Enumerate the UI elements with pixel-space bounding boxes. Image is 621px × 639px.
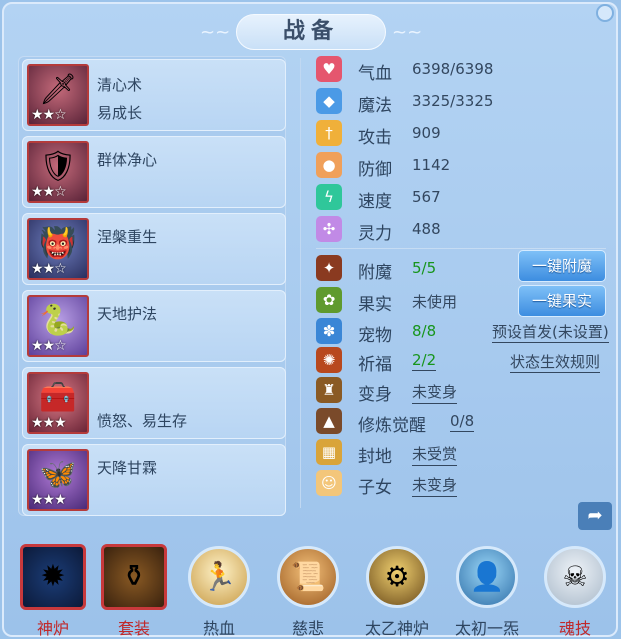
- heart-icon: ♥: [316, 56, 342, 82]
- skill-card[interactable]: 🛡 ★★☆ 群体净心: [22, 136, 286, 208]
- skill-name: 清心术: [97, 76, 143, 94]
- star-rating: ★★☆: [31, 184, 67, 200]
- column-divider: [300, 58, 301, 508]
- star-rating: ★★☆: [31, 338, 67, 354]
- skill-trait: 愤怒、易生存: [97, 412, 188, 430]
- equip-value: 未使用: [412, 293, 458, 311]
- skill-name: 天降甘霖: [97, 459, 158, 477]
- mercy-icon: 📜: [277, 546, 339, 608]
- stat-value: 1142: [412, 156, 451, 174]
- tab-taiyi-furnace[interactable]: ⚙ 太乙神炉: [362, 542, 432, 638]
- tab-label: 慈悲: [291, 619, 324, 638]
- tab-label: 魂技: [558, 619, 591, 638]
- tab-furnace[interactable]: ✹ 神炉: [18, 542, 88, 638]
- equip-value[interactable]: 2/2: [412, 351, 437, 371]
- one-click-fruit-button[interactable]: 一键果实: [518, 285, 606, 317]
- spirit-icon: ✣: [316, 216, 342, 242]
- stats-divider: [316, 248, 606, 249]
- golden-snake-icon: 🐍 ★★☆: [27, 295, 89, 357]
- blessing-icon: ✺: [316, 347, 342, 373]
- skill-name: 天地护法: [97, 305, 158, 323]
- stat-value: 909: [412, 124, 441, 142]
- stat-label: 防御: [358, 160, 392, 180]
- page-title: 战备: [236, 14, 386, 50]
- taiyi-furnace-icon: ⚙: [366, 546, 428, 608]
- fruit-icon: ✿: [316, 287, 342, 313]
- one-click-enchant-button[interactable]: 一键附魔: [518, 250, 606, 282]
- skill-trait: 易成长: [97, 104, 143, 122]
- transform-icon: ♜: [316, 377, 342, 403]
- attack-icon: †: [316, 120, 342, 146]
- equip-value[interactable]: 0/8: [450, 412, 475, 432]
- stat-label: 攻击: [358, 128, 392, 148]
- cloud-ornament-right-icon: ~~: [392, 22, 423, 43]
- furnace-icon: ✹: [20, 544, 86, 610]
- equip-value: 8/8: [412, 322, 437, 340]
- tab-label: 套装: [117, 619, 150, 638]
- equip-label: 果实: [358, 295, 392, 315]
- sword-spirit-icon: 🗡 ★★☆: [27, 64, 89, 126]
- equip-label: 修炼觉醒: [358, 416, 426, 436]
- skill-card[interactable]: 🗡 ★★☆ 清心术 易成长: [22, 59, 286, 131]
- defense-icon: ●: [316, 152, 342, 178]
- stat-value: 567: [412, 188, 441, 206]
- stat-value: 6398/6398: [412, 60, 494, 78]
- share-icon[interactable]: ➦: [578, 502, 612, 530]
- tab-taichu[interactable]: 👤 太初一炁: [452, 542, 522, 638]
- equip-value: 5/5: [412, 259, 437, 277]
- tab-mercy[interactable]: 📜 慈悲: [273, 542, 343, 638]
- equip-label: 封地: [358, 447, 392, 467]
- equip-label: 变身: [358, 385, 392, 405]
- stat-label: 气血: [358, 64, 392, 84]
- star-rating: ★★★: [31, 492, 67, 508]
- enchant-icon: ✦: [316, 255, 342, 281]
- star-rating: ★★★: [31, 415, 67, 431]
- skill-card[interactable]: 👹 ★★☆ 涅槃重生: [22, 213, 286, 285]
- stat-value: 3325/3325: [412, 92, 494, 110]
- pet-paw-icon: ✽: [316, 318, 342, 344]
- speed-icon: ϟ: [316, 184, 342, 210]
- stat-label: 速度: [358, 192, 392, 212]
- tab-outfit[interactable]: ⚱ 套装: [99, 542, 169, 638]
- skill-list: 🗡 ★★☆ 清心术 易成长 🛡 ★★☆ 群体净心 👹 ★★☆ 涅槃重生 🐍 ★★…: [18, 56, 286, 516]
- skill-name: 群体净心: [97, 151, 158, 169]
- tab-label: 太乙神炉: [364, 619, 429, 638]
- mana-drop-icon: ◆: [316, 88, 342, 114]
- tab-label: 太初一炁: [454, 619, 519, 638]
- purple-guardian-icon: 🦋 ★★★: [27, 449, 89, 511]
- equip-label: 祈福: [358, 355, 392, 375]
- star-rating: ★★☆: [31, 261, 67, 277]
- tab-blood[interactable]: 🏃 热血: [184, 542, 254, 638]
- stat-value: 488: [412, 220, 441, 238]
- demon-mask-icon: 👹 ★★☆: [27, 218, 89, 280]
- corner-ornament-icon: [596, 4, 614, 22]
- stat-label: 灵力: [358, 224, 392, 244]
- stat-label: 魔法: [358, 96, 392, 116]
- skill-card[interactable]: 🦋 ★★★ 天降甘霖: [22, 444, 286, 516]
- status-rules-link[interactable]: 状态生效规则: [510, 351, 601, 373]
- tab-label: 热血: [202, 619, 235, 638]
- tab-label: 神炉: [36, 619, 69, 638]
- skill-card[interactable]: 🧰 ★★★ 愤怒、易生存: [22, 367, 286, 439]
- soul-skill-icon: ☠: [544, 546, 606, 608]
- blood-icon: 🏃: [188, 546, 250, 608]
- equip-label: 子女: [358, 478, 392, 498]
- child-icon: ☺: [316, 470, 342, 496]
- skill-card[interactable]: 🐍 ★★☆ 天地护法: [22, 290, 286, 362]
- equip-label: 宠物: [358, 326, 392, 346]
- preset-first-link[interactable]: 预设首发(未设置): [492, 321, 609, 343]
- star-rating: ★★☆: [31, 107, 67, 123]
- equip-value[interactable]: 未受赏: [412, 443, 458, 466]
- land-icon: ▦: [316, 439, 342, 465]
- tab-soul-skill[interactable]: ☠ 魂技: [540, 542, 610, 638]
- equip-label: 附魔: [358, 263, 392, 283]
- equip-value[interactable]: 未变身: [412, 474, 458, 497]
- cultivation-icon: ▲: [316, 408, 342, 434]
- treasure-chest-icon: 🧰 ★★★: [27, 372, 89, 434]
- skill-name: 涅槃重生: [97, 228, 158, 246]
- red-armor-icon: 🛡 ★★☆: [27, 141, 89, 203]
- taichu-icon: 👤: [456, 546, 518, 608]
- equip-value[interactable]: 未变身: [412, 381, 458, 404]
- outfit-icon: ⚱: [101, 544, 167, 610]
